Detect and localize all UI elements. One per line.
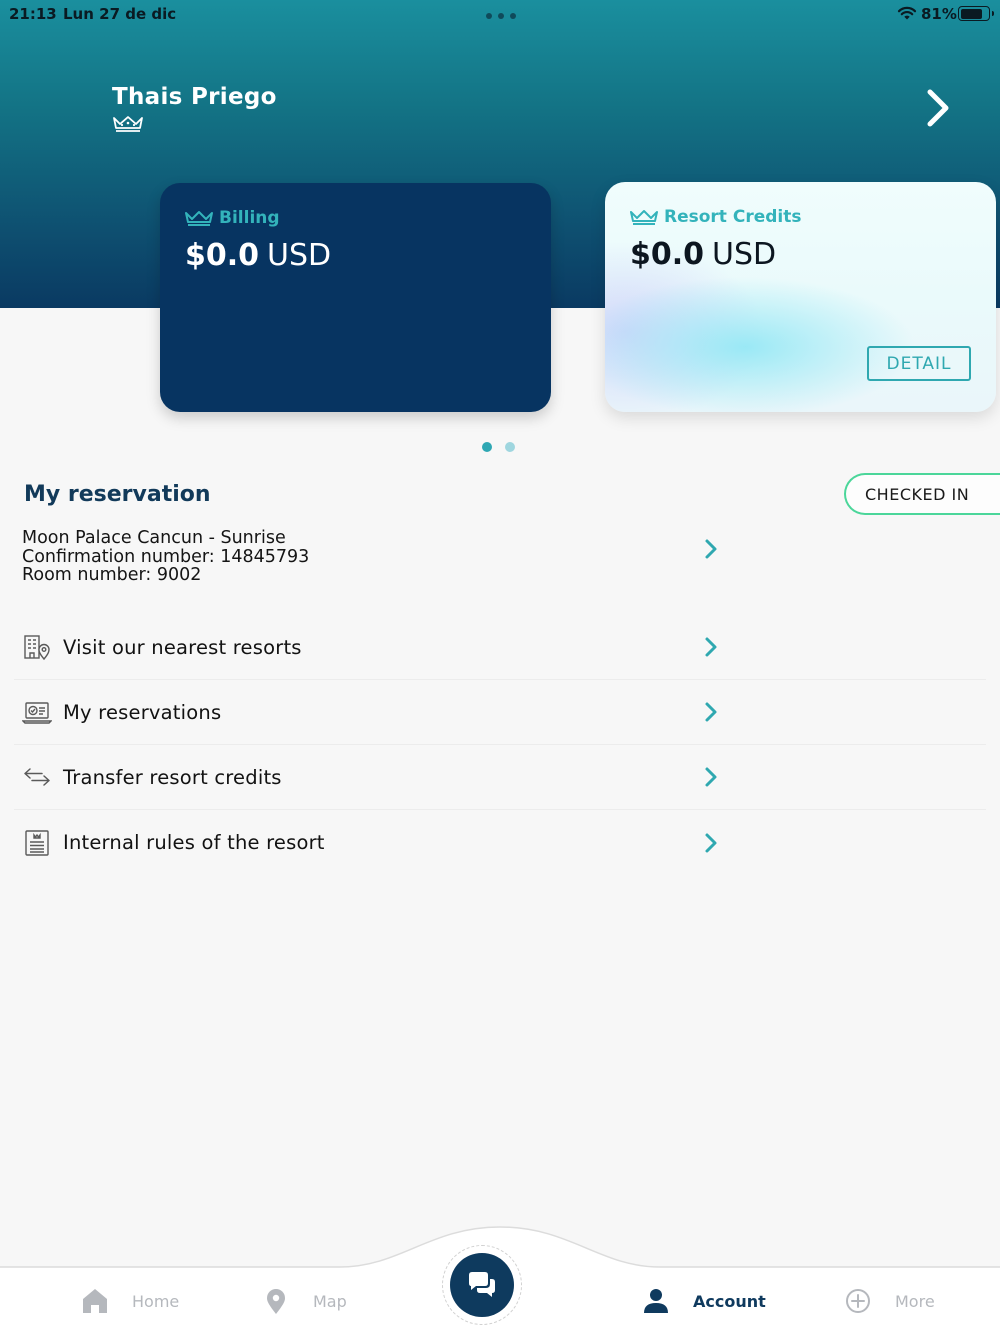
checked-in-badge: CHECKED IN — [844, 473, 1000, 515]
chevron-right-icon[interactable] — [701, 538, 721, 560]
menu-label: Internal rules of the resort — [63, 831, 325, 854]
tab-label: Map — [313, 1291, 347, 1311]
tab-map[interactable]: Map — [261, 1283, 347, 1319]
tab-label: More — [895, 1291, 935, 1311]
crown-icon — [113, 116, 143, 132]
resort-credits-title: Resort Credits — [664, 207, 802, 227]
resort-credits-amount-value: $0.0 — [630, 237, 705, 272]
chat-icon — [450, 1253, 514, 1317]
chevron-right-icon[interactable] — [701, 701, 721, 723]
map-pin-icon — [267, 1289, 285, 1314]
confirmation-number: Confirmation number: 14845793 — [22, 546, 310, 567]
billing-title: Billing — [219, 208, 280, 228]
status-date: Lun 27 de dic — [63, 5, 177, 23]
chat-button[interactable] — [442, 1245, 522, 1325]
home-icon — [83, 1289, 107, 1313]
billing-card[interactable]: Billing $0.0 USD — [160, 183, 551, 412]
menu-label: Visit our nearest resorts — [63, 635, 302, 659]
account-menu: Visit our nearest resorts My reservation… — [14, 615, 986, 875]
hotel-name: Moon Palace Cancun - Sunrise — [22, 528, 286, 548]
tab-more[interactable]: More — [843, 1283, 935, 1319]
chevron-right-icon[interactable] — [701, 832, 721, 854]
wifi-icon — [897, 6, 917, 20]
billing-currency: USD — [267, 238, 332, 273]
pager-dot[interactable] — [505, 442, 515, 452]
room-number: Room number: 9002 — [22, 565, 202, 585]
chevron-right-icon[interactable] — [701, 766, 721, 788]
menu-item-internal-rules[interactable]: Internal rules of the resort — [14, 810, 986, 875]
tab-label: Home — [132, 1291, 180, 1311]
card-pager[interactable] — [482, 442, 515, 452]
rules-document-icon — [25, 829, 49, 856]
menu-label: Transfer resort credits — [63, 765, 282, 789]
pager-dot-active[interactable] — [482, 442, 492, 452]
crown-icon — [185, 211, 213, 226]
user-icon — [644, 1289, 668, 1313]
reservation-laptop-icon — [22, 702, 52, 724]
multitasking-dots-icon[interactable] — [486, 13, 516, 19]
chevron-right-icon[interactable] — [920, 86, 956, 130]
transfer-arrows-icon — [24, 768, 50, 786]
billing-amount-value: $0.0 — [185, 238, 260, 273]
detail-button[interactable]: DETAIL — [867, 346, 971, 381]
resort-credits-currency: USD — [712, 237, 777, 272]
status-time: 21:13 — [9, 5, 57, 23]
menu-label: My reservations — [63, 700, 222, 724]
battery-percent: 81% — [921, 5, 957, 23]
tab-home[interactable]: Home — [80, 1283, 179, 1319]
billing-amount: $0.0 USD — [185, 238, 331, 273]
status-bar: 21:13 Lun 27 de dic 81% — [0, 0, 1000, 30]
menu-item-transfer-credits[interactable]: Transfer resort credits — [14, 745, 986, 810]
menu-item-my-reservations[interactable]: My reservations — [14, 680, 986, 745]
tab-account[interactable]: Account — [641, 1283, 766, 1319]
resort-credits-card[interactable]: Resort Credits $0.0 USD DETAIL — [605, 182, 996, 412]
hotel-location-icon — [24, 635, 50, 661]
battery-icon — [958, 6, 994, 21]
reservation-details[interactable]: Moon Palace Cancun - Sunrise Confirmatio… — [22, 529, 309, 585]
plus-circle-icon — [846, 1289, 870, 1313]
crown-icon — [630, 210, 658, 225]
my-reservation-title: My reservation — [24, 482, 211, 507]
resort-credits-amount: $0.0 USD — [630, 237, 776, 272]
user-name[interactable]: Thais Priego — [112, 84, 277, 110]
menu-item-nearest-resorts[interactable]: Visit our nearest resorts — [14, 615, 986, 680]
chevron-right-icon[interactable] — [701, 636, 721, 658]
tab-label: Account — [693, 1291, 766, 1311]
